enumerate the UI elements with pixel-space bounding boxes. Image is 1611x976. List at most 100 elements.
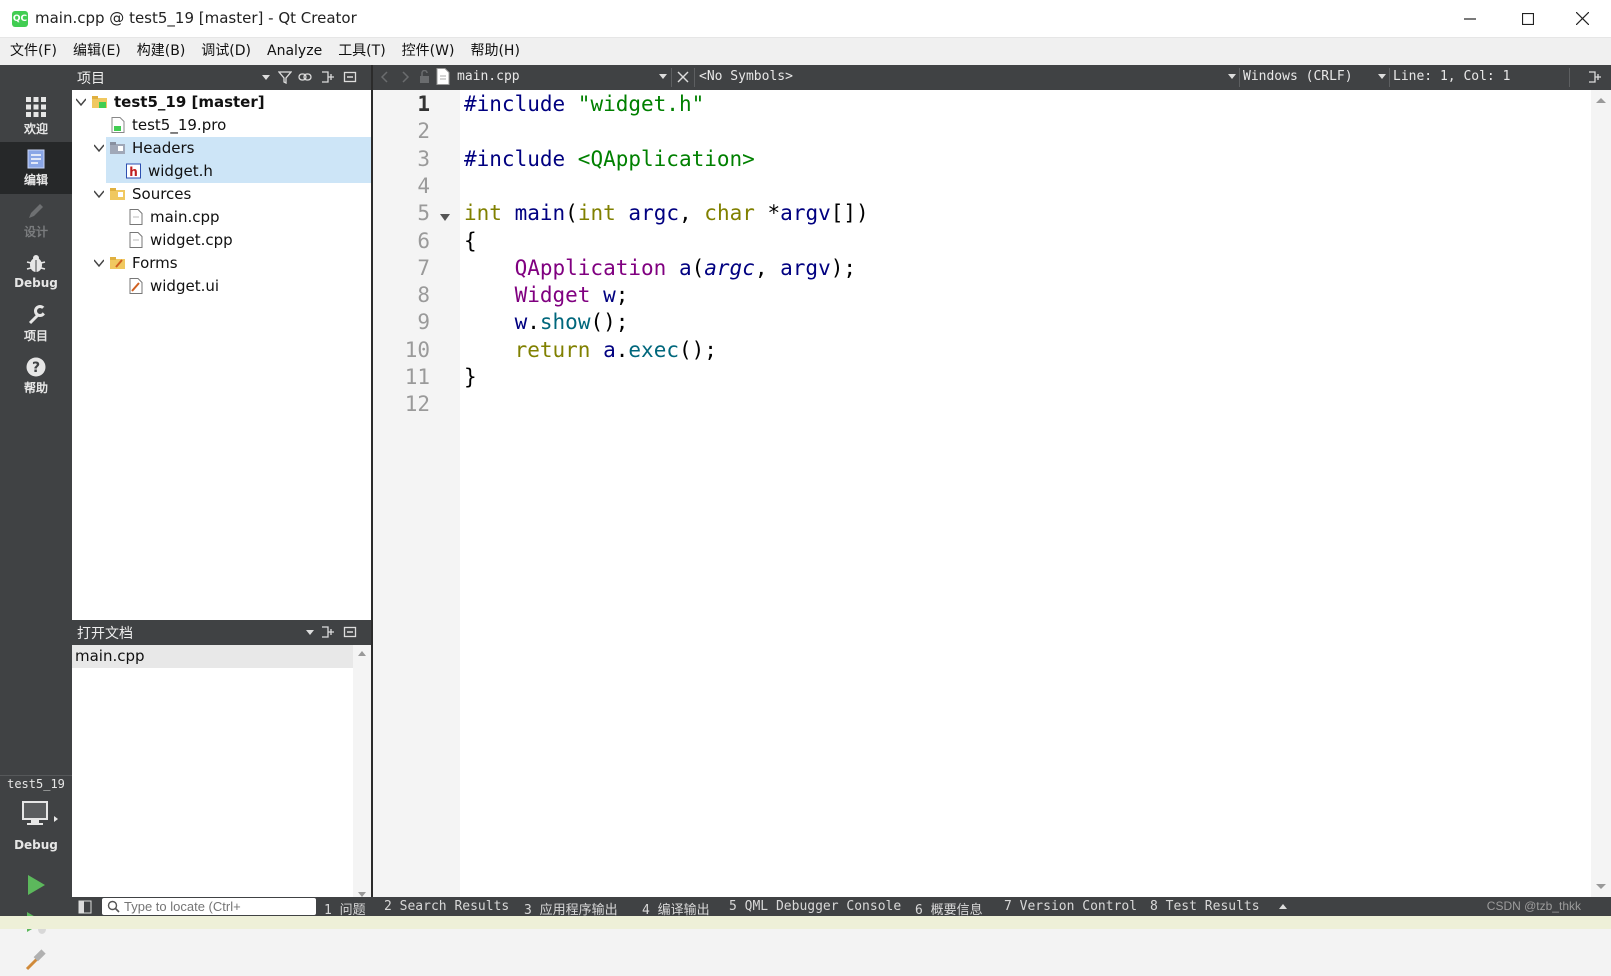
- mode-welcome[interactable]: 欢迎: [0, 90, 72, 142]
- code-line[interactable]: {: [464, 229, 477, 257]
- line-ending-selector[interactable]: Windows (CRLF): [1243, 69, 1353, 84]
- code-line[interactable]: int main(int argc, char *argv[]): [464, 201, 869, 229]
- mode-design[interactable]: 设计: [0, 194, 72, 246]
- mode-help[interactable]: ? 帮助: [0, 350, 72, 402]
- editor-scrollbar[interactable]: [1591, 90, 1611, 897]
- scroll-down-icon[interactable]: [1591, 881, 1611, 893]
- chevron-down-icon[interactable]: [303, 625, 317, 639]
- code-token: ;: [615, 283, 629, 308]
- scroll-up-icon[interactable]: [1591, 94, 1611, 106]
- code-line[interactable]: #include "widget.h": [464, 92, 704, 120]
- close-pane-icon[interactable]: [343, 625, 357, 639]
- close-window-button[interactable]: [1553, 0, 1611, 37]
- project-folder-icon: [92, 96, 107, 108]
- tree-item-widget-ui[interactable]: widget.ui: [72, 275, 372, 298]
- output-tab-search-results[interactable]: 2 Search Results: [384, 899, 509, 914]
- output-tab-version-control[interactable]: 7 Version Control: [1004, 899, 1137, 914]
- output-tab-compile-output[interactable]: 4 编译输出: [642, 899, 710, 916]
- code-line[interactable]: #include <QApplication>: [464, 147, 755, 175]
- output-tab-application-output[interactable]: 3 应用程序输出: [524, 899, 618, 916]
- tree-item-widget-cpp[interactable]: widget.cpp: [72, 229, 372, 252]
- split-icon[interactable]: [321, 70, 335, 84]
- code-line[interactable]: return a.exec();: [464, 338, 717, 366]
- menu-bar: 文件(F) 编辑(E) 构建(B) 调试(D) Analyze 工具(T) 控件…: [0, 38, 1611, 65]
- code-line[interactable]: QApplication a(argc, argv);: [464, 256, 856, 284]
- mode-edit[interactable]: 编辑: [0, 142, 72, 194]
- code-token: #include: [464, 146, 578, 171]
- chevron-down-icon[interactable]: [1377, 71, 1387, 81]
- split-icon[interactable]: [1588, 70, 1602, 84]
- mode-debug[interactable]: Debug: [0, 246, 72, 298]
- code-editor[interactable]: #include "widget.h" #include <QApplicatio…: [460, 90, 1591, 897]
- mode-projects[interactable]: 项目: [0, 298, 72, 350]
- locator-input[interactable]: [124, 898, 312, 915]
- output-tab-general-messages[interactable]: 6 概要信息: [915, 899, 983, 916]
- scroll-up-icon[interactable]: [353, 647, 371, 659]
- close-document-icon[interactable]: [677, 71, 689, 83]
- code-token: argc: [704, 255, 755, 280]
- close-pane-icon[interactable]: [343, 70, 357, 84]
- code-line[interactable]: }: [464, 365, 477, 393]
- code-token: ();: [678, 337, 717, 362]
- fold-marker-icon[interactable]: [440, 214, 450, 221]
- output-tab-test-results[interactable]: 8 Test Results: [1150, 899, 1260, 914]
- build-button[interactable]: [24, 948, 48, 972]
- maximize-icon: [1522, 12, 1534, 25]
- code-token: return: [514, 337, 591, 362]
- menu-analyze[interactable]: Analyze: [259, 38, 330, 65]
- code-token: "widget.h": [577, 92, 705, 116]
- menu-file[interactable]: 文件(F): [0, 38, 65, 65]
- menu-widgets[interactable]: 控件(W): [394, 38, 463, 65]
- code-token: show: [539, 310, 591, 335]
- kit-selector-button[interactable]: [20, 800, 60, 832]
- line-number: 12: [404, 392, 430, 417]
- code-token: #include: [464, 92, 578, 116]
- forward-arrow-icon[interactable]: [398, 70, 412, 84]
- menu-build[interactable]: 构建(B): [129, 38, 194, 65]
- chevron-down-icon[interactable]: [1227, 71, 1237, 81]
- tree-item-headers[interactable]: Headers: [94, 137, 372, 160]
- code-line[interactable]: Widget w;: [464, 283, 629, 311]
- run-button[interactable]: [24, 873, 48, 897]
- tree-label: widget.ui: [150, 277, 220, 295]
- code-token: }: [464, 365, 477, 389]
- tree-item-pro-file[interactable]: test5_19.pro: [72, 114, 372, 137]
- title-bar: QC main.cpp @ test5_19 [master] - Qt Cre…: [0, 0, 1611, 38]
- maximize-button[interactable]: [1499, 0, 1557, 37]
- tree-item-project[interactable]: test5_19 [master]: [72, 91, 372, 114]
- code-token: );: [830, 255, 857, 280]
- minimize-icon: [1464, 17, 1476, 20]
- watermark: CSDN @tzb_thkk: [1486, 899, 1581, 913]
- open-documents-list: main.cpp: [72, 645, 353, 903]
- tree-item-main-cpp[interactable]: main.cpp: [72, 206, 372, 229]
- tree-item-widget-h[interactable]: h widget.h: [106, 160, 372, 183]
- tree-item-sources[interactable]: Sources: [72, 183, 372, 206]
- locator[interactable]: [102, 898, 316, 915]
- link-icon[interactable]: [298, 70, 312, 84]
- list-item[interactable]: main.cpp: [72, 645, 353, 668]
- back-arrow-icon[interactable]: [378, 70, 392, 84]
- open-documents-scrollbar[interactable]: [353, 645, 371, 903]
- minimize-button[interactable]: [1441, 0, 1499, 37]
- output-tab-issues[interactable]: 1 问题: [324, 899, 366, 916]
- code-line[interactable]: w.show();: [464, 310, 629, 338]
- chevron-up-icon[interactable]: [1277, 901, 1289, 913]
- output-tab-qml-debugger[interactable]: 5 QML Debugger Console: [729, 899, 901, 914]
- menu-help[interactable]: 帮助(H): [462, 38, 527, 65]
- tree-item-forms[interactable]: Forms: [72, 252, 372, 275]
- menu-debug[interactable]: 调试(D): [193, 38, 259, 65]
- chevron-down-icon[interactable]: [259, 70, 273, 84]
- filter-icon[interactable]: [278, 70, 292, 84]
- divider: [1389, 68, 1390, 87]
- split-icon[interactable]: [321, 625, 335, 639]
- code-token: *: [754, 201, 781, 226]
- menu-tools[interactable]: 工具(T): [330, 38, 393, 65]
- chevron-down-icon[interactable]: [658, 71, 668, 81]
- toggle-sidebar-icon[interactable]: [78, 900, 92, 914]
- line-number: 11: [404, 365, 430, 389]
- symbols-dropdown[interactable]: <No Symbols>: [699, 69, 793, 84]
- menu-edit[interactable]: 编辑(E): [65, 38, 129, 65]
- current-file-name[interactable]: main.cpp: [457, 69, 520, 84]
- cursor-position[interactable]: Line: 1, Col: 1: [1393, 69, 1510, 84]
